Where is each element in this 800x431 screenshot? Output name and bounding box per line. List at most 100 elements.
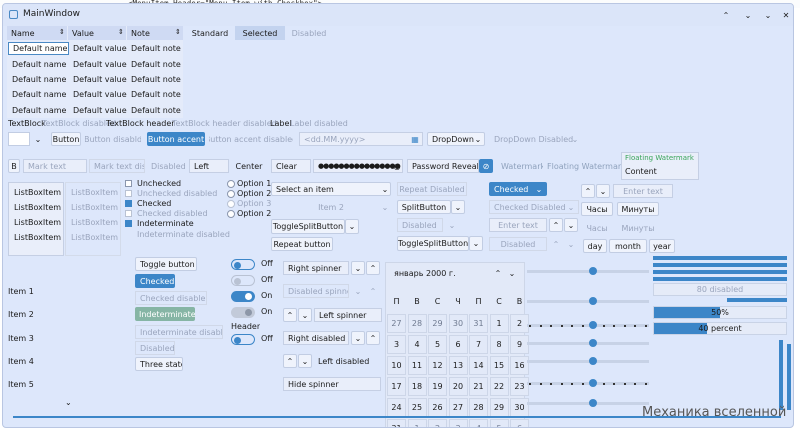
slider-track[interactable] — [527, 342, 649, 345]
repeat-button[interactable]: Repeat button — [271, 237, 333, 251]
list-item[interactable]: ListBoxItem 2 — [10, 200, 63, 214]
date-picker-input[interactable]: <dd.MM.yyyy> — [299, 132, 423, 146]
hours-field[interactable]: Часы — [581, 202, 613, 216]
grid-cell[interactable]: Default value — [69, 73, 127, 86]
list-item[interactable]: Item 3 — [8, 334, 34, 343]
calendar-month[interactable]: январь 2000 г. — [394, 269, 456, 278]
toggle-checked[interactable]: Checked — [135, 274, 175, 288]
grid-cell[interactable]: Default value — [69, 104, 127, 117]
calendar-day[interactable]: 4 — [469, 419, 488, 427]
watermark-input[interactable]: Watermark — [497, 159, 543, 173]
calendar-day[interactable]: 12 — [428, 356, 447, 375]
checkbox-indeterminate[interactable] — [125, 220, 132, 227]
left-disabled-spinner[interactable]: Left disabled — [314, 354, 382, 368]
color-picker[interactable] — [8, 132, 30, 146]
calendar-day[interactable]: 30 — [510, 398, 529, 417]
select-combobox[interactable]: Select an item — [271, 182, 391, 196]
calendar-day[interactable]: 28 — [469, 398, 488, 417]
slider-thumb[interactable] — [589, 399, 597, 407]
toggle-split-button-2[interactable]: ToggleSplitButton — [397, 236, 469, 251]
enter-text-spin-input[interactable]: Enter text — [489, 218, 547, 232]
list-item[interactable]: Item 1 — [8, 287, 34, 296]
month-field[interactable]: month — [609, 239, 647, 253]
slider-thumb[interactable] — [589, 339, 597, 347]
collapse-icon[interactable]: ⌃ — [719, 8, 733, 22]
button-accent[interactable]: Button accent — [147, 132, 205, 146]
chevron-down-icon[interactable]: ⌄ — [345, 219, 359, 234]
calendar-day[interactable]: 26 — [428, 398, 447, 417]
toggle-three-state[interactable]: Three state — [135, 357, 183, 371]
calendar-day[interactable]: 3 — [387, 335, 406, 354]
calendar-day[interactable]: 7 — [469, 335, 488, 354]
floating-watermark-field[interactable]: Floating Watermark Content — [621, 152, 699, 180]
chevron-down-icon[interactable]: ⌄ — [451, 200, 465, 214]
calendar-day[interactable]: 31 — [387, 419, 406, 427]
left-spinner-input[interactable]: Left spinner — [314, 308, 382, 322]
spin-up-icon[interactable]: ⌃ — [366, 261, 380, 275]
center-align-input[interactable]: Center — [231, 159, 267, 173]
chevron-down-icon[interactable]: ⌄ — [469, 236, 483, 251]
spin-down-icon[interactable]: ⌄ — [298, 354, 312, 368]
slider-track[interactable] — [527, 270, 649, 273]
calendar-day[interactable]: 21 — [469, 377, 488, 396]
chevron-up-icon[interactable]: ⌃ — [492, 267, 504, 279]
chevron-down-icon[interactable]: ⌄ — [65, 398, 72, 407]
split-button[interactable]: SplitButton — [397, 200, 451, 214]
spin-down-icon[interactable]: ⌄ — [351, 331, 365, 345]
slider-track[interactable] — [527, 324, 649, 327]
toggle-button[interactable]: Toggle button — [135, 257, 197, 271]
eye-icon[interactable]: ◉ — [391, 159, 403, 173]
grid-cell[interactable]: Default note — [127, 58, 183, 71]
hide-spinner-input[interactable]: Hide spinner — [283, 377, 381, 391]
spin-up-icon[interactable]: ⌃ — [581, 184, 595, 198]
calendar-day[interactable]: 13 — [448, 356, 468, 375]
enter-text-input[interactable]: Enter text — [613, 184, 673, 198]
calendar-day[interactable]: 22 — [489, 377, 509, 396]
grid-cell[interactable]: Default note — [127, 104, 183, 117]
restore-icon[interactable]: ⌄ — [761, 8, 775, 22]
slider-track[interactable] — [527, 402, 649, 405]
calendar-day[interactable]: 15 — [489, 356, 509, 375]
spin-down-icon[interactable]: ⌄ — [596, 184, 610, 198]
close-icon[interactable]: ✕ — [779, 8, 793, 22]
calendar-day[interactable]: 29 — [489, 398, 509, 417]
year-field[interactable]: year — [649, 239, 675, 253]
calendar-icon[interactable]: ▦ — [408, 132, 422, 146]
calendar-day[interactable]: 11 — [407, 356, 427, 375]
spin-down-icon[interactable]: ⌄ — [351, 261, 365, 275]
spin-up-icon[interactable]: ⌃ — [549, 218, 563, 232]
calendar-day[interactable]: 31 — [469, 314, 488, 333]
day-field[interactable]: day — [583, 239, 607, 253]
calendar-day[interactable]: 27 — [387, 314, 406, 333]
grid-cell[interactable]: Default name — [8, 42, 69, 55]
spin-down-icon[interactable]: ⌄ — [564, 218, 578, 232]
slider-thumb[interactable] — [589, 379, 597, 387]
bold-button[interactable]: B — [8, 159, 20, 173]
calendar-day[interactable]: 14 — [469, 356, 488, 375]
floating-watermark-input[interactable]: Floating Watermark — [543, 159, 621, 173]
checkbox-unchecked[interactable] — [125, 180, 132, 187]
state-selected[interactable]: Selected — [235, 26, 285, 40]
calendar-day[interactable]: 6 — [510, 419, 529, 427]
calendar-day[interactable]: 29 — [428, 314, 447, 333]
button[interactable]: Button — [51, 132, 81, 146]
radio-option-2[interactable] — [227, 190, 235, 198]
checkbox-checked[interactable] — [125, 200, 132, 207]
calendar-day[interactable]: 27 — [448, 398, 468, 417]
calendar-day[interactable]: 24 — [387, 398, 406, 417]
password-revealed-input[interactable]: Password Revealed — [407, 159, 479, 173]
radio-option-1[interactable] — [227, 180, 235, 188]
calendar-day[interactable]: 16 — [510, 356, 529, 375]
spin-up-icon[interactable]: ⌃ — [283, 354, 297, 368]
chevron-down-icon[interactable]: ⌄ — [506, 267, 518, 279]
switch-off-header[interactable] — [231, 334, 255, 345]
calendar-day[interactable]: 1 — [407, 419, 427, 427]
calendar-day[interactable]: 18 — [407, 377, 427, 396]
eye-slash-icon[interactable]: ⊘ — [479, 159, 493, 173]
calendar-day[interactable]: 25 — [407, 398, 427, 417]
calendar-day[interactable]: 28 — [407, 314, 427, 333]
grid-cell[interactable]: Default value — [69, 42, 127, 55]
grid-cell[interactable]: Default name — [8, 88, 69, 101]
calendar-day[interactable]: 8 — [489, 335, 509, 354]
spin-down-icon[interactable]: ⌄ — [298, 308, 312, 322]
